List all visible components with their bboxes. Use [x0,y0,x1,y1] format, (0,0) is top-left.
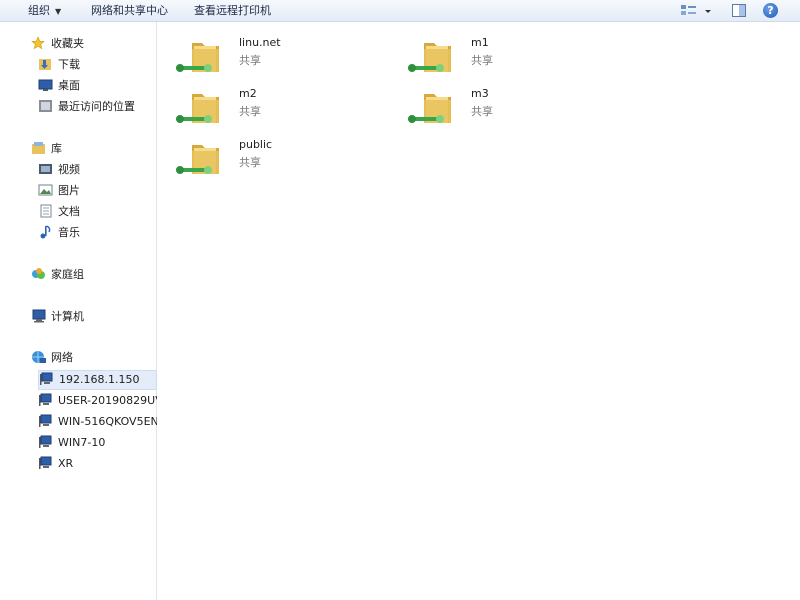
nav-item-user-20190829uv[interactable]: USER-20190829UV [38,391,157,411]
nav-libraries-label: 库 [51,142,62,155]
document-icon [38,204,54,218]
nav-downloads-label: 下载 [58,58,80,71]
share-type: 共享 [239,156,261,169]
nav-homegroup[interactable]: 家庭组 [31,265,84,285]
networked-computer-icon [38,435,54,449]
share-name: linu.net [239,36,281,49]
nav-item-win7-10[interactable]: WIN7-10 [38,433,157,453]
shared-folder-icon [176,145,219,174]
nav-item-videos[interactable]: 视频 [38,160,80,180]
content-pane: linu.net 共享 m1 共享 m2 共享 m3 共享 public 共享 [158,22,800,600]
chevron-down-icon: ▼ [55,7,62,16]
preview-pane-button[interactable] [731,2,747,20]
view-printers-label: 查看远程打印机 [194,4,271,17]
nav-recent-label: 最近访问的位置 [58,100,135,113]
network-center-button[interactable]: 网络和共享中心 [91,0,168,22]
nav-network[interactable]: 网络 [31,348,73,368]
network-icon [31,350,47,364]
nav-computer[interactable]: 计算机 [31,307,84,327]
organize-label: 组织 [28,4,50,17]
computer-icon [31,309,47,323]
share-name: public [239,138,273,151]
preview-pane-icon [732,4,746,17]
view-options-icon [681,5,711,15]
nav-videos-label: 视频 [58,163,80,176]
nav-host-label: WIN-516QKOV5EN [58,415,157,428]
networked-computer-icon [38,456,54,470]
nav-host-label: WIN7-10 [58,436,106,449]
nav-item-xr[interactable]: XR [38,454,157,474]
share-type: 共享 [471,105,493,118]
music-icon [38,225,54,239]
recent-places-icon [38,99,54,113]
share-item[interactable]: linu.net 共享 [174,33,374,79]
nav-network-label: 网络 [51,351,73,364]
share-item[interactable]: public 共享 [174,135,374,181]
nav-item-desktop[interactable]: 桌面 [38,76,80,96]
star-icon [31,36,47,50]
nav-item-pictures[interactable]: 图片 [38,181,80,201]
share-type: 共享 [239,105,261,118]
organize-button[interactable]: 组织 ▼ [28,0,61,22]
nav-item-downloads[interactable]: 下载 [38,55,80,75]
nav-music-label: 音乐 [58,226,80,239]
nav-homegroup-label: 家庭组 [51,268,84,281]
video-icon [38,162,54,176]
command-bar: 组织 ▼ 网络和共享中心 查看远程打印机 ? [0,0,800,22]
shared-folder-icon [408,94,451,123]
networked-computer-icon [39,372,55,386]
share-name: m3 [471,87,489,100]
nav-documents-label: 文档 [58,205,80,218]
share-item[interactable]: m2 共享 [174,84,374,130]
nav-item-192-168-1-150[interactable]: 192.168.1.150 [38,370,157,390]
help-button[interactable]: ? [763,2,781,20]
nav-item-documents[interactable]: 文档 [38,202,80,222]
nav-favorites-label: 收藏夹 [51,37,84,50]
nav-host-label: USER-20190829UV [58,394,157,407]
networked-computer-icon [38,393,54,407]
networked-computer-icon [38,414,54,428]
shared-folder-icon [176,94,219,123]
nav-host-label: XR [58,457,74,470]
desktop-icon [38,78,54,92]
nav-item-recent-places[interactable]: 最近访问的位置 [38,97,135,117]
shared-folder-icon [176,43,219,72]
share-name: m1 [471,36,489,49]
download-folder-icon [38,57,54,71]
share-type: 共享 [239,54,261,67]
nav-favorites[interactable]: 收藏夹 [31,34,84,54]
share-item[interactable]: m1 共享 [406,33,606,79]
navigation-pane: 收藏夹 下载 桌面 最近访问的位置 库 视频 图片 文档 音乐 家庭组 计算机 … [0,22,157,600]
nav-host-label: 192.168.1.150 [59,373,140,386]
help-icon: ? [763,3,778,18]
shared-folder-icon [408,43,451,72]
share-item[interactable]: m3 共享 [406,84,606,130]
homegroup-icon [31,267,47,281]
nav-computer-label: 计算机 [51,310,84,323]
nav-libraries[interactable]: 库 [31,139,62,159]
share-type: 共享 [471,54,493,67]
view-printers-button[interactable]: 查看远程打印机 [194,0,271,22]
view-options-button[interactable] [680,2,714,20]
nav-item-win-516qkov5en[interactable]: WIN-516QKOV5EN [38,412,157,432]
nav-pictures-label: 图片 [58,184,80,197]
network-center-label: 网络和共享中心 [91,4,168,17]
picture-icon [38,183,54,197]
nav-desktop-label: 桌面 [58,79,80,92]
share-name: m2 [239,87,257,100]
library-icon [31,141,47,155]
nav-item-music[interactable]: 音乐 [38,223,80,243]
